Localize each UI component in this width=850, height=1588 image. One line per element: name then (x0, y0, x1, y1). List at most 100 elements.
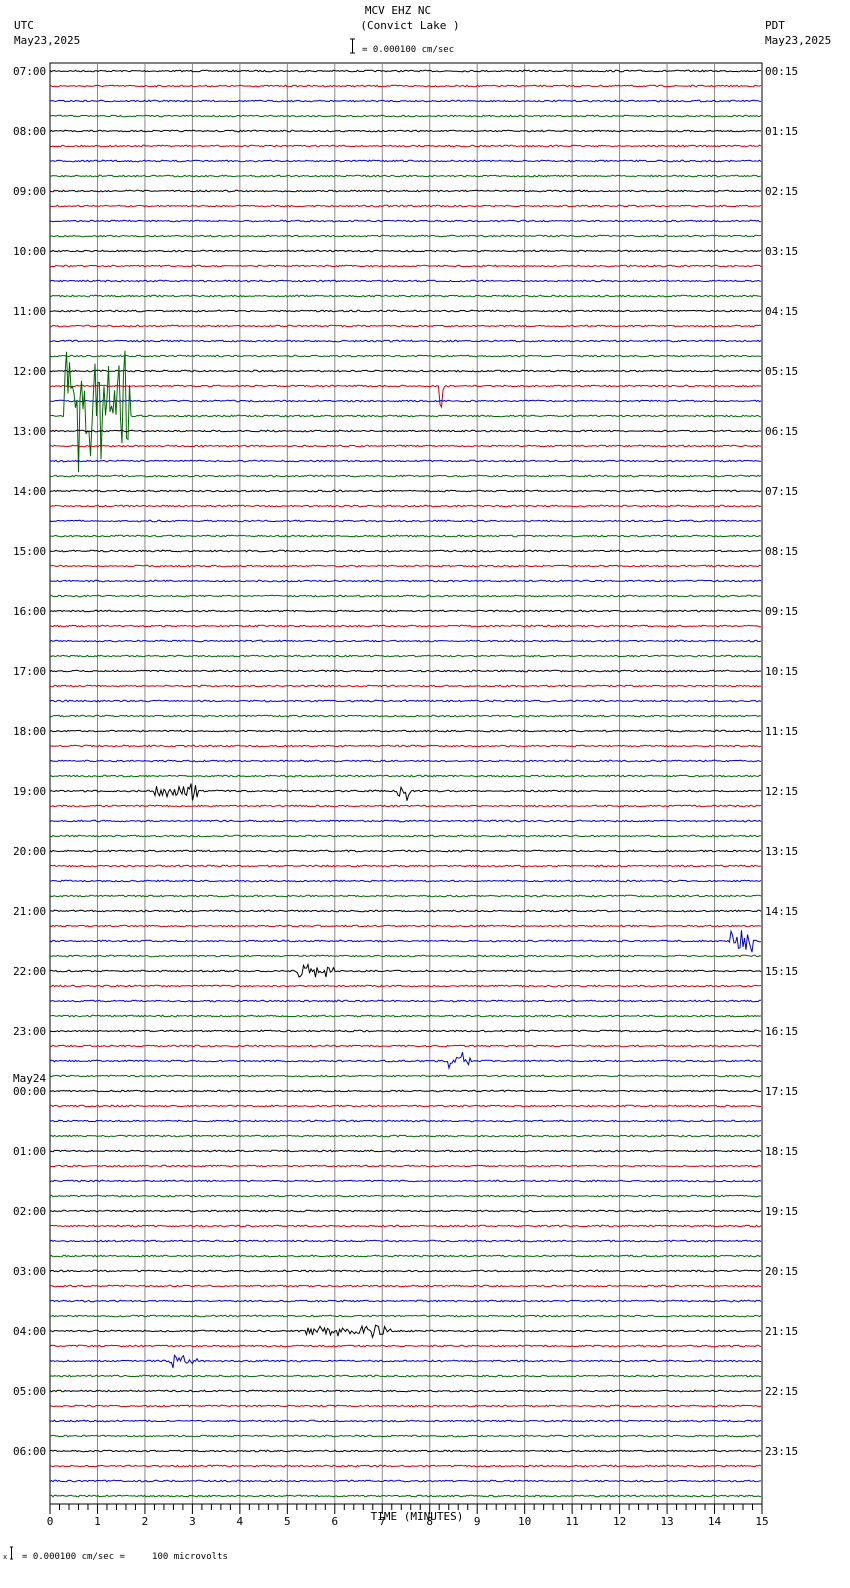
seismic-trace (49, 354, 762, 358)
seismic-trace (49, 324, 762, 328)
seismic-trace (49, 1344, 762, 1348)
seismic-trace (49, 864, 762, 868)
seismic-trace (49, 504, 762, 508)
seismic-trace (49, 294, 762, 298)
helicorder-plot: MCV EHZ NC (Convict Lake ) UTC May23,202… (3, 4, 831, 1562)
seismic-trace (49, 879, 762, 883)
seismic-trace (49, 579, 762, 583)
pdt-time-label: 15:15 (765, 965, 798, 978)
seismic-trace (49, 264, 762, 268)
pdt-time-label: 19:15 (765, 1205, 798, 1218)
seismic-trace (49, 339, 762, 343)
seismic-trace (49, 444, 762, 448)
x-tick-label: 12 (613, 1515, 626, 1528)
seismic-trace (49, 1374, 761, 1378)
seismic-trace (49, 1224, 762, 1228)
seismic-trace (49, 219, 762, 223)
seismic-trace (49, 1299, 762, 1303)
x-tick-label: 15 (755, 1515, 768, 1528)
utc-hour-label: 06:00 (13, 1445, 46, 1458)
seismic-trace (49, 1014, 762, 1018)
seismic-trace (49, 129, 762, 133)
seismic-trace (49, 384, 762, 409)
seismic-trace (49, 429, 762, 433)
utc-hour-label: 20:00 (13, 845, 46, 858)
seismic-trace (49, 1074, 762, 1078)
seismic-trace (49, 1104, 762, 1108)
seismic-trace (49, 249, 762, 253)
x-tick-label: 11 (566, 1515, 579, 1528)
seismic-trace (49, 783, 762, 801)
x-axis-label: TIME (MINUTES) (371, 1510, 464, 1523)
seismic-trace (49, 350, 762, 473)
seismic-trace (49, 834, 762, 838)
utc-hour-label: 00:00 (13, 1085, 46, 1098)
footer-mark: x (3, 1553, 7, 1561)
seismic-trace (49, 924, 762, 928)
seismic-trace (49, 1209, 762, 1213)
seismic-trace (49, 849, 762, 853)
pdt-time-label: 13:15 (765, 845, 798, 858)
x-tick-label: 6 (331, 1515, 338, 1528)
utc-hour-label: 09:00 (13, 185, 46, 198)
pdt-time-label: 14:15 (765, 905, 798, 918)
seismic-trace (49, 144, 762, 148)
seismic-trace (49, 774, 762, 778)
seismic-trace (49, 1089, 762, 1093)
x-tick-label: 0 (47, 1515, 54, 1528)
utc-hour-label: 11:00 (13, 305, 46, 318)
seismic-trace (50, 534, 762, 538)
right-date: May23,2025 (765, 34, 831, 47)
pdt-time-label: 23:15 (765, 1445, 798, 1458)
seismic-trace (49, 819, 762, 823)
seismic-trace (49, 564, 762, 568)
pdt-time-label: 02:15 (765, 185, 798, 198)
seismic-trace (49, 654, 762, 658)
seismic-trace (49, 1434, 762, 1438)
seismic-trace (49, 1269, 762, 1273)
seismic-trace (49, 594, 762, 598)
utc-hour-label: 03:00 (13, 1265, 46, 1278)
x-tick-label: 10 (518, 1515, 531, 1528)
utc-hour-label: 08:00 (13, 125, 46, 138)
seismic-trace (49, 999, 761, 1003)
pdt-time-label: 04:15 (765, 305, 798, 318)
seismic-trace (49, 624, 762, 628)
seismic-trace (49, 459, 762, 463)
seismic-trace (49, 69, 762, 73)
seismic-trace (49, 114, 762, 118)
plot-frame (49, 62, 763, 1505)
seismic-trace (49, 1119, 762, 1123)
seismic-trace (49, 1324, 762, 1340)
seismic-trace (49, 1479, 762, 1483)
seismic-trace (49, 234, 762, 238)
seismic-trace (49, 669, 762, 673)
seismic-trace (49, 1179, 762, 1183)
seismic-trace (49, 744, 762, 748)
seismic-trace (49, 1419, 762, 1423)
pdt-time-label: 20:15 (765, 1265, 798, 1278)
pdt-time-label: 17:15 (765, 1085, 798, 1098)
seismic-trace (49, 1284, 762, 1288)
seismic-trace (49, 1404, 762, 1408)
seismic-trace (49, 1029, 762, 1033)
x-tick-label: 5 (284, 1515, 291, 1528)
seismic-trace (49, 929, 762, 953)
seismic-trace (49, 84, 762, 88)
utc-hour-label: 16:00 (13, 605, 46, 618)
pdt-time-label: 22:15 (765, 1385, 798, 1398)
seismic-trace (49, 159, 762, 163)
pdt-time-label: 18:15 (765, 1145, 798, 1158)
x-tick-label: 9 (474, 1515, 481, 1528)
seismic-trace (49, 369, 762, 373)
x-tick-label: 3 (189, 1515, 196, 1528)
utc-hour-label: 15:00 (13, 545, 46, 558)
seismic-trace (49, 279, 762, 283)
seismic-trace (49, 804, 762, 808)
seismic-trace (49, 1314, 762, 1318)
x-tick-label: 4 (237, 1515, 244, 1528)
pdt-time-label: 05:15 (765, 365, 798, 378)
seismic-trace (49, 1389, 762, 1393)
seismic-trace (49, 519, 762, 523)
seismic-trace (49, 309, 762, 313)
